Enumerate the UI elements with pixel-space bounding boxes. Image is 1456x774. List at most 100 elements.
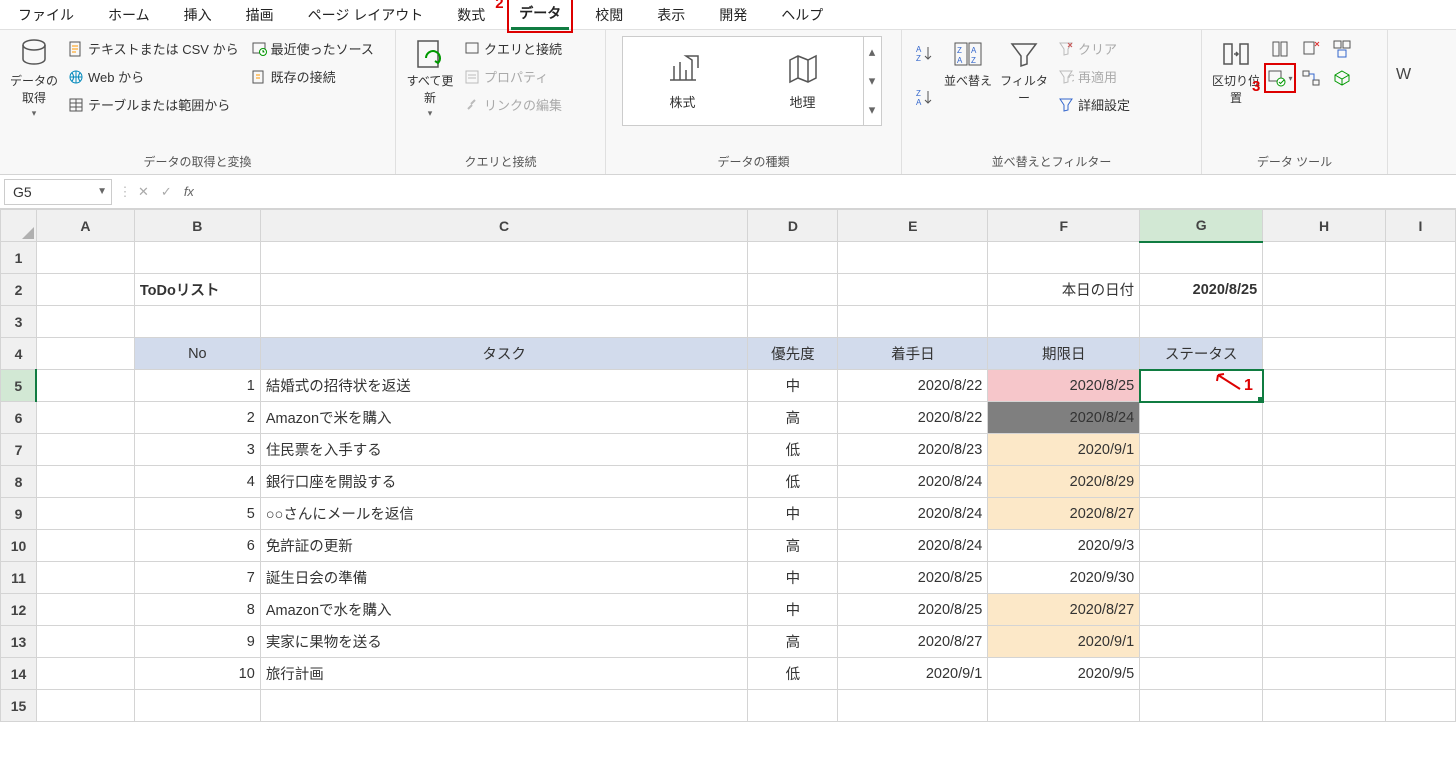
cell-priority[interactable]: 高	[748, 530, 838, 562]
cell-no[interactable]: 10	[134, 658, 260, 690]
cell-start[interactable]: 2020/8/24	[838, 498, 988, 530]
cell-start[interactable]: 2020/8/25	[838, 594, 988, 626]
cell-no[interactable]: 2	[134, 402, 260, 434]
cell-priority[interactable]: 高	[748, 402, 838, 434]
cell[interactable]	[36, 498, 134, 530]
cell-due[interactable]: 2020/8/24	[988, 402, 1140, 434]
sort-button[interactable]: ZAAZ 並べ替え	[942, 36, 994, 91]
cell-hdr-task[interactable]: タスク	[260, 338, 748, 370]
cell-due[interactable]: 2020/8/25	[988, 370, 1140, 402]
col-header-E[interactable]: E	[838, 210, 988, 242]
cell-due[interactable]: 2020/9/5	[988, 658, 1140, 690]
refresh-all-button[interactable]: すべて更新 ▾	[404, 36, 456, 121]
queries-connections-button[interactable]: クエリと接続	[460, 36, 566, 61]
cell[interactable]	[1263, 498, 1386, 530]
cell-hdr-priority[interactable]: 優先度	[748, 338, 838, 370]
consolidate-button[interactable]	[1328, 36, 1356, 62]
cell[interactable]	[1386, 626, 1456, 658]
cell-task[interactable]: 実家に果物を送る	[260, 626, 748, 658]
menu-formulas[interactable]: 数式	[449, 1, 493, 29]
cell[interactable]	[36, 658, 134, 690]
cell-start[interactable]: 2020/8/27	[838, 626, 988, 658]
menu-home[interactable]: ホーム	[100, 1, 158, 29]
sheet-table[interactable]: A B C D E F G H I 1 2ToDoリスト本日の日付2020/8/…	[0, 209, 1456, 722]
cell[interactable]	[748, 242, 838, 274]
col-header-G[interactable]: G	[1140, 210, 1263, 242]
cell[interactable]	[36, 402, 134, 434]
cell-due[interactable]: 2020/8/27	[988, 498, 1140, 530]
cell-priority[interactable]: 中	[748, 594, 838, 626]
cell-no[interactable]: 9	[134, 626, 260, 658]
data-model-button[interactable]	[1328, 65, 1356, 91]
cell-task[interactable]: 銀行口座を開設する	[260, 466, 748, 498]
cell[interactable]	[1386, 274, 1456, 306]
cell[interactable]	[1386, 242, 1456, 274]
cell[interactable]	[1263, 530, 1386, 562]
from-table-button[interactable]: テーブルまたは範囲から	[64, 92, 243, 117]
menu-insert[interactable]: 挿入	[176, 1, 220, 29]
cell-start[interactable]: 2020/8/25	[838, 562, 988, 594]
recent-sources-button[interactable]: 最近使ったソース	[247, 36, 378, 61]
cell[interactable]	[1263, 242, 1386, 274]
cell-today-value[interactable]: 2020/8/25	[1140, 274, 1263, 306]
row-header[interactable]: 15	[1, 690, 37, 722]
cell-no[interactable]: 7	[134, 562, 260, 594]
cell[interactable]	[36, 594, 134, 626]
text-to-columns-button[interactable]: 区切り位置	[1210, 36, 1262, 108]
geography-button[interactable]: 地理	[743, 37, 863, 125]
cell[interactable]	[1386, 658, 1456, 690]
cell-start[interactable]: 2020/9/1	[838, 658, 988, 690]
cell[interactable]	[838, 690, 988, 722]
edit-links-button[interactable]: リンクの編集	[460, 92, 566, 117]
menu-help[interactable]: ヘルプ	[773, 1, 831, 29]
cell-status[interactable]	[1140, 594, 1263, 626]
cell[interactable]	[1386, 466, 1456, 498]
cell-due[interactable]: 2020/8/27	[988, 594, 1140, 626]
cell-due[interactable]: 2020/9/3	[988, 530, 1140, 562]
menu-review[interactable]: 校閲	[587, 1, 631, 29]
sort-asc-button[interactable]: AZ	[910, 40, 938, 66]
cell[interactable]	[988, 306, 1140, 338]
cell-due[interactable]: 2020/9/1	[988, 434, 1140, 466]
cell[interactable]	[36, 338, 134, 370]
row-header[interactable]: 9	[1, 498, 37, 530]
name-box-dropdown-icon[interactable]: ▼	[97, 186, 107, 197]
cell-no[interactable]: 8	[134, 594, 260, 626]
select-all-corner[interactable]	[1, 210, 37, 242]
cell-priority[interactable]: 中	[748, 498, 838, 530]
cell-start[interactable]: 2020/8/24	[838, 466, 988, 498]
relationships-button[interactable]	[1297, 65, 1325, 91]
cell[interactable]	[36, 466, 134, 498]
cell[interactable]	[1263, 434, 1386, 466]
cell[interactable]	[748, 274, 838, 306]
cell[interactable]	[260, 242, 748, 274]
cell[interactable]	[36, 434, 134, 466]
menu-data[interactable]: データ	[511, 0, 569, 30]
cell-no[interactable]: 1	[134, 370, 260, 402]
menu-view[interactable]: 表示	[649, 1, 693, 29]
cell[interactable]	[1386, 434, 1456, 466]
gallery-down-button[interactable]: ▾	[864, 66, 881, 95]
from-web-button[interactable]: Web から	[64, 64, 243, 89]
row-header[interactable]: 4	[1, 338, 37, 370]
cell-hdr-status[interactable]: ステータス	[1140, 338, 1263, 370]
cell-status[interactable]	[1140, 626, 1263, 658]
cell-status[interactable]	[1140, 658, 1263, 690]
col-header-F[interactable]: F	[988, 210, 1140, 242]
cell[interactable]	[1386, 594, 1456, 626]
cell[interactable]	[134, 306, 260, 338]
cell[interactable]	[260, 690, 748, 722]
get-data-button[interactable]: データの取得 ▾	[8, 36, 60, 121]
advanced-button[interactable]: 詳細設定	[1054, 92, 1134, 117]
cell-status[interactable]	[1140, 370, 1263, 402]
cell[interactable]	[1140, 690, 1263, 722]
cell[interactable]	[838, 274, 988, 306]
cell-priority[interactable]: 高	[748, 626, 838, 658]
cell-no[interactable]: 3	[134, 434, 260, 466]
menu-pagelayout[interactable]: ページ レイアウト	[300, 1, 432, 29]
cell[interactable]	[1263, 626, 1386, 658]
row-header[interactable]: 13	[1, 626, 37, 658]
row-header[interactable]: 7	[1, 434, 37, 466]
cell[interactable]	[36, 370, 134, 402]
reapply-button[interactable]: 再適用	[1054, 64, 1134, 89]
